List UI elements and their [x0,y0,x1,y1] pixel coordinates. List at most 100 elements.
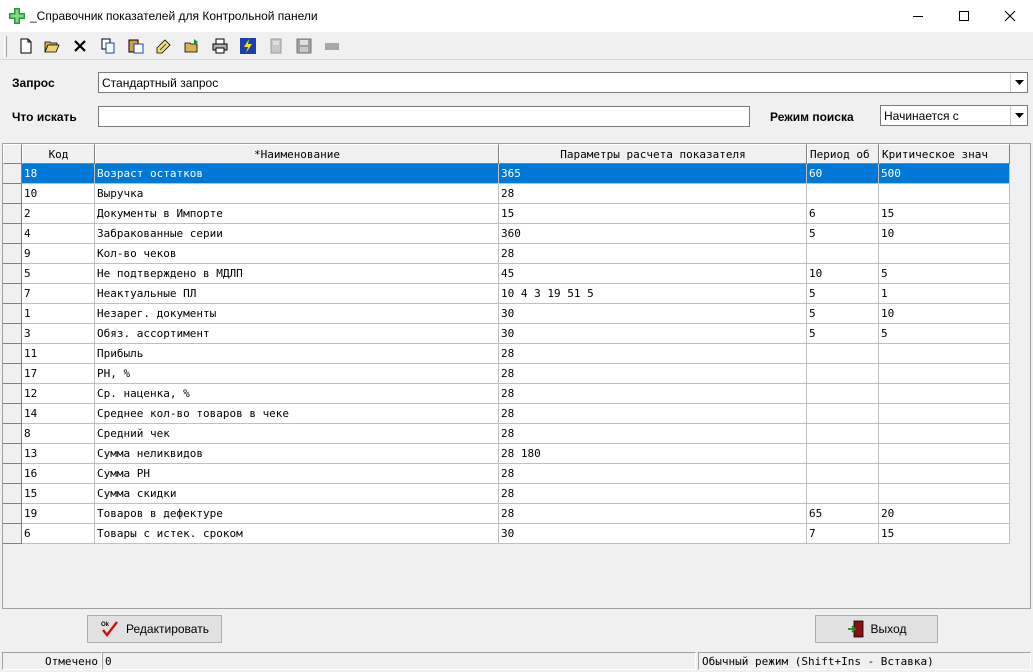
copy-icon[interactable] [98,36,118,56]
cell-name[interactable]: Неактуальные ПЛ [95,284,499,304]
table-row[interactable]: 9 Кол-во чеков 28 [3,244,1010,264]
cell-period[interactable]: 5 [807,224,879,244]
cell-name[interactable]: Сумма РН [95,464,499,484]
column-header-critical[interactable]: Критическое знач [879,144,1010,164]
table-row[interactable]: 3 Обяз. ассортимент 30 5 5 [3,324,1010,344]
cell-code[interactable]: 14 [22,404,95,424]
cell-name[interactable]: Сумма скидки [95,484,499,504]
cell-params[interactable]: 28 [499,464,807,484]
row-indicator[interactable] [3,244,22,264]
cell-period[interactable]: 6 [807,204,879,224]
cell-period[interactable]: 5 [807,324,879,344]
table-row[interactable]: 6 Товары с истек. сроком 30 7 15 [3,524,1010,544]
table-row[interactable]: 4 Забракованные серии 360 5 10 [3,224,1010,244]
cell-code[interactable]: 17 [22,364,95,384]
folder-open-icon[interactable] [182,36,202,56]
cell-period[interactable] [807,444,879,464]
row-indicator[interactable] [3,444,22,464]
cell-params[interactable]: 360 [499,224,807,244]
new-doc-icon[interactable] [16,36,36,56]
cell-period[interactable] [807,424,879,444]
cell-period[interactable]: 5 [807,304,879,324]
cell-name[interactable]: Незарег. документы [95,304,499,324]
cell-period[interactable]: 7 [807,524,879,544]
cell-code[interactable]: 13 [22,444,95,464]
table-row[interactable]: 12 Ср. наценка, % 28 [3,384,1010,404]
table-row[interactable]: 7 Неактуальные ПЛ 10 4 3 19 51 551 [3,284,1010,304]
row-indicator[interactable] [3,484,22,504]
disabled-doc-icon[interactable] [266,36,286,56]
row-indicator[interactable] [3,324,22,344]
table-row[interactable]: 15 Сумма скидки 28 [3,484,1010,504]
column-header-code[interactable]: Код [22,144,95,164]
cell-critical[interactable] [879,444,1010,464]
cell-code[interactable]: 18 [22,164,95,184]
cell-period[interactable] [807,384,879,404]
cell-code[interactable]: 5 [22,264,95,284]
row-indicator[interactable] [3,204,22,224]
cell-name[interactable]: Документы в Импорте [95,204,499,224]
cell-name[interactable]: Выручка [95,184,499,204]
cell-params[interactable]: 45 [499,264,807,284]
indicators-table[interactable]: Код *Наименование Параметры расчета пока… [2,143,1031,609]
cell-critical[interactable] [879,464,1010,484]
cell-period[interactable] [807,404,879,424]
cell-params[interactable]: 28 [499,424,807,444]
row-indicator[interactable] [3,264,22,284]
print-icon[interactable] [210,36,230,56]
close-button[interactable] [987,0,1033,32]
cell-critical[interactable] [879,184,1010,204]
cell-critical[interactable]: 1 [879,284,1010,304]
cell-period[interactable] [807,244,879,264]
cell-code[interactable]: 10 [22,184,95,204]
cell-name[interactable]: Обяз. ассортимент [95,324,499,344]
edit-button[interactable]: Ok Редактировать [87,615,222,643]
row-indicator[interactable] [3,184,22,204]
cell-code[interactable]: 6 [22,524,95,544]
column-header-name[interactable]: *Наименование [95,144,499,164]
cell-period[interactable]: 5 [807,284,879,304]
cell-critical[interactable] [879,404,1010,424]
table-row[interactable]: 10 Выручка 28 [3,184,1010,204]
cell-critical[interactable] [879,424,1010,444]
row-indicator[interactable] [3,344,22,364]
row-indicator[interactable] [3,364,22,384]
cell-code[interactable]: 4 [22,224,95,244]
table-row[interactable]: 1 Незарег. документы 30 5 10 [3,304,1010,324]
cell-critical[interactable]: 20 [879,504,1010,524]
row-indicator[interactable] [3,284,22,304]
cell-name[interactable]: Среднее кол-во товаров в чеке [95,404,499,424]
exit-button[interactable]: Выход [815,615,938,643]
edit-note-icon[interactable] [154,36,174,56]
cell-period[interactable]: 10 [807,264,879,284]
cell-period[interactable] [807,364,879,384]
cell-params[interactable]: 28 [499,344,807,364]
cell-period[interactable]: 60 [807,164,879,184]
cell-code[interactable]: 7 [22,284,95,304]
minimize-button[interactable] [895,0,941,32]
row-indicator[interactable] [3,224,22,244]
cell-code[interactable]: 11 [22,344,95,364]
cell-critical[interactable]: 10 [879,224,1010,244]
cell-params[interactable]: 28 [499,364,807,384]
cell-code[interactable]: 19 [22,504,95,524]
paste-icon[interactable] [126,36,146,56]
cell-name[interactable]: Товаров в дефектуре [95,504,499,524]
cell-code[interactable]: 9 [22,244,95,264]
cell-critical[interactable]: 5 [879,324,1010,344]
row-indicator[interactable] [3,304,22,324]
cell-period[interactable] [807,184,879,204]
chevron-down-icon[interactable] [1010,106,1027,125]
cell-params[interactable]: 15 [499,204,807,224]
table-row[interactable]: 17 РН, % 28 [3,364,1010,384]
cell-params[interactable]: 30 [499,324,807,344]
cell-params[interactable]: 28 [499,484,807,504]
cell-name[interactable]: Средний чек [95,424,499,444]
cell-period[interactable] [807,484,879,504]
cell-name[interactable]: Сумма неликвидов [95,444,499,464]
cell-params[interactable]: 28 [499,404,807,424]
cell-params[interactable]: 10 4 3 19 51 5 [499,284,807,304]
cell-name[interactable]: РН, % [95,364,499,384]
cell-params[interactable]: 28 [499,184,807,204]
cell-code[interactable]: 3 [22,324,95,344]
